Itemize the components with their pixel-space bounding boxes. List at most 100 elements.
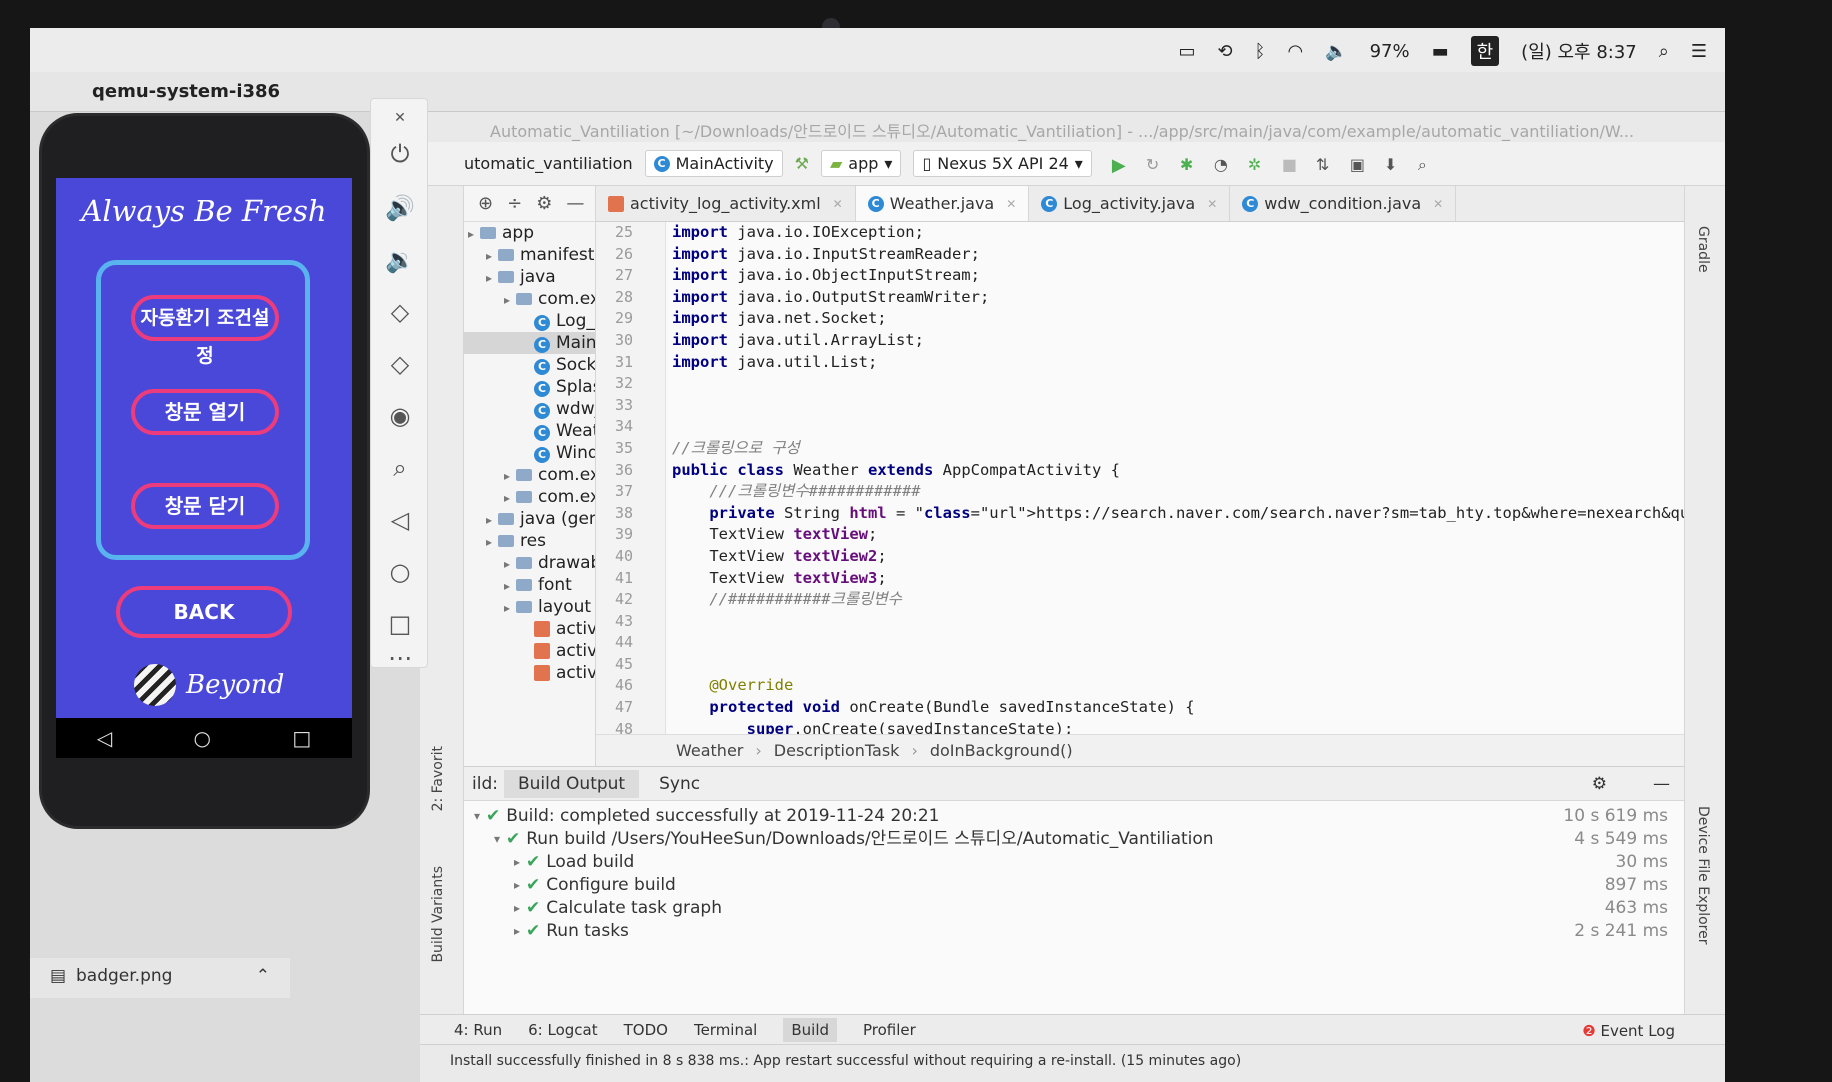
search-icon[interactable]: ⌕: [1418, 155, 1438, 174]
nav-recents-icon[interactable]: □: [292, 726, 311, 750]
chevron-icon[interactable]: ▸: [486, 245, 498, 267]
tree-item[interactable]: C Weathe: [464, 420, 595, 442]
run-config-select[interactable]: ▰ app ▾: [820, 150, 902, 177]
chevron-icon[interactable]: ▸: [486, 509, 498, 531]
tree-item[interactable]: activity_: [464, 640, 595, 662]
collapse-icon[interactable]: ÷: [507, 193, 522, 214]
device-select[interactable]: ▯ Nexus 5X API 24 ▾: [913, 150, 1092, 177]
tool-tab[interactable]: 4: Run: [454, 1021, 502, 1039]
build-row[interactable]: ▸ ✔ Load build 30 ms: [464, 851, 1684, 874]
close-tab-icon[interactable]: ✕: [1006, 197, 1016, 211]
sdk-manager-icon[interactable]: ⬇: [1384, 155, 1404, 174]
chevron-icon[interactable]: ▸: [514, 874, 526, 897]
overview-icon[interactable]: □: [385, 609, 415, 639]
volume-up-icon[interactable]: 🔊: [385, 193, 415, 223]
bluetooth-icon[interactable]: ᛒ: [1255, 41, 1266, 62]
chevron-icon[interactable]: ▸: [504, 575, 516, 597]
tree-item[interactable]: Cwdw_co: [464, 398, 595, 420]
volume-icon[interactable]: 🔈: [1325, 41, 1347, 62]
event-log-button[interactable]: ❷ Event Log: [1582, 1022, 1675, 1040]
chevron-icon[interactable]: ▸: [486, 531, 498, 553]
notification-center-icon[interactable]: ☰: [1691, 41, 1707, 62]
tree-item[interactable]: ▸ com.examp: [464, 486, 595, 508]
apply-changes-icon[interactable]: ↻: [1146, 155, 1166, 174]
tab-build-output[interactable]: Build Output: [503, 769, 640, 798]
rotate-right-icon[interactable]: ◇: [385, 349, 415, 379]
home-icon[interactable]: ○: [385, 557, 415, 587]
close-tab-icon[interactable]: ✕: [833, 197, 843, 211]
breadcrumb-item[interactable]: Weather: [676, 741, 743, 760]
class-breadcrumb[interactable]: C MainActivity: [644, 150, 783, 177]
auto-ventilation-settings-button[interactable]: 자동환기 조건설정: [131, 295, 279, 367]
nav-back-icon[interactable]: ◁: [97, 726, 112, 750]
editor-tab[interactable]: Cwdw_condition.java ✕: [1230, 186, 1457, 221]
close-icon[interactable]: ✕: [385, 103, 415, 133]
stop-icon[interactable]: ■: [1282, 155, 1302, 174]
minimize-icon[interactable]: —: [566, 193, 584, 214]
more-icon[interactable]: ⋯: [385, 643, 415, 673]
project-breadcrumb[interactable]: utomatic_vantiliation: [464, 154, 633, 173]
camera-icon[interactable]: ◉: [385, 401, 415, 431]
chevron-icon[interactable]: ▸: [514, 897, 526, 920]
build-variants-tab[interactable]: Build Variants: [430, 866, 446, 963]
volume-down-icon[interactable]: 🔉: [385, 245, 415, 275]
tab-sync[interactable]: Sync: [645, 770, 714, 798]
device-file-explorer-tab[interactable]: Device File Explorer: [1695, 806, 1711, 945]
download-item[interactable]: ▤ badger.png ⌃: [30, 958, 290, 998]
chevron-icon[interactable]: ▸: [504, 597, 516, 619]
open-window-button[interactable]: 창문 열기: [131, 389, 279, 435]
hammer-icon[interactable]: ⚒: [795, 154, 809, 173]
tree-item[interactable]: ▸ com.examp: [464, 464, 595, 486]
chevron-icon[interactable]: ▾: [494, 828, 506, 851]
breadcrumb-item[interactable]: doInBackground(): [930, 741, 1073, 760]
build-row[interactable]: ▸ ✔ Configure build 897 ms: [464, 874, 1684, 897]
build-row[interactable]: ▸ ✔ Run tasks 2 s 241 ms: [464, 920, 1684, 943]
back-icon[interactable]: ◁: [385, 505, 415, 535]
editor-tab[interactable]: activity_log_activity.xml ✕: [596, 186, 856, 221]
tree-item[interactable]: ▸ app: [464, 222, 595, 244]
editor-tab[interactable]: C Weather.java ✕: [855, 186, 1030, 221]
tree-item[interactable]: ▸ java (generate: [464, 508, 595, 530]
chevron-icon[interactable]: ▸: [504, 487, 516, 509]
clock[interactable]: (일) 오후 8:37: [1521, 38, 1637, 64]
minimize-icon[interactable]: —: [1653, 774, 1670, 794]
rotate-left-icon[interactable]: ◇: [385, 297, 415, 327]
tool-tab[interactable]: Terminal: [694, 1021, 757, 1039]
profile-icon[interactable]: ◔: [1214, 155, 1234, 174]
close-window-button[interactable]: 창문 닫기: [131, 483, 279, 529]
gear-icon[interactable]: ⚙: [1592, 774, 1607, 794]
wifi-icon[interactable]: ◠: [1287, 41, 1303, 62]
close-tab-icon[interactable]: ✕: [1207, 197, 1217, 211]
screen-mirror-icon[interactable]: ▭: [1179, 41, 1196, 62]
run-icon[interactable]: ▶: [1112, 155, 1132, 176]
tool-tab[interactable]: Build: [783, 1017, 838, 1042]
chevron-icon[interactable]: ▸: [468, 223, 480, 245]
time-machine-icon[interactable]: ⟲: [1218, 41, 1233, 62]
chevron-icon[interactable]: ▸: [486, 267, 498, 289]
code-editor[interactable]: import java.io.IOException; import java.i…: [672, 222, 1702, 734]
tree-item[interactable]: C Window: [464, 442, 595, 464]
tool-tab[interactable]: TODO: [624, 1021, 668, 1039]
tool-tab[interactable]: 6: Logcat: [528, 1021, 597, 1039]
tree-item[interactable]: C MainAct: [464, 332, 595, 354]
gradle-tab[interactable]: Gradle: [1695, 226, 1711, 273]
power-icon[interactable]: ⏻: [385, 139, 415, 169]
tree-item[interactable]: C SplashA: [464, 376, 595, 398]
tree-item[interactable]: ▸ font: [464, 574, 595, 596]
sync-icon[interactable]: ⇅: [1316, 155, 1336, 174]
build-row[interactable]: ▾ ✔ Run build /Users/YouHeeSun/Downloads/안…: [464, 828, 1684, 851]
tree-item[interactable]: ▸ java: [464, 266, 595, 288]
chevron-icon[interactable]: ▸: [504, 465, 516, 487]
tree-item[interactable]: ▸ com.examp: [464, 288, 595, 310]
editor-tab[interactable]: C Log_activity.java ✕: [1029, 186, 1231, 221]
tree-item[interactable]: ▸ manifests: [464, 244, 595, 266]
tree-item[interactable]: C Log_act: [464, 310, 595, 332]
chevron-icon[interactable]: ▸: [504, 553, 516, 575]
avd-manager-icon[interactable]: ▣: [1350, 155, 1370, 174]
chevron-up-icon[interactable]: ⌃: [256, 966, 270, 986]
back-button[interactable]: BACK: [116, 586, 292, 638]
build-row[interactable]: ▸ ✔ Calculate task graph 463 ms: [464, 897, 1684, 920]
tree-item[interactable]: ▸ drawable: [464, 552, 595, 574]
chevron-icon[interactable]: ▸: [504, 289, 516, 311]
zoom-icon[interactable]: ⌕: [385, 453, 415, 483]
